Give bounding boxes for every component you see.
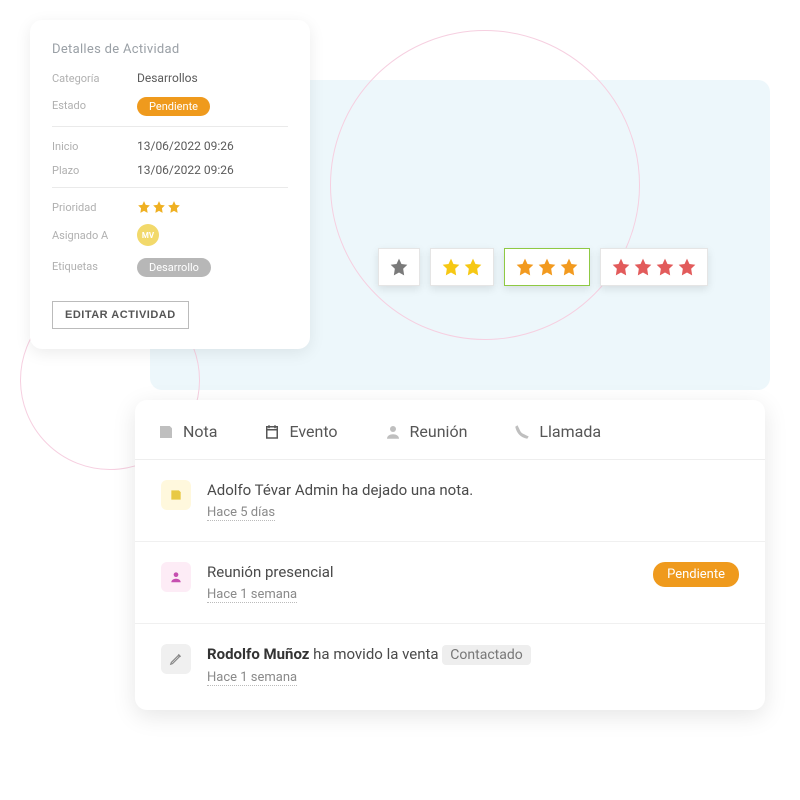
feed-item: Rodolfo Muñoz ha movido la venta Contact…	[135, 624, 765, 706]
user-icon	[384, 423, 402, 441]
star-icon	[633, 257, 653, 277]
activity-feed-card: Nota Evento Reunión Llamada Adolfo Tévar…	[135, 400, 765, 710]
value-inicio: 13/06/2022 09:26	[137, 139, 234, 153]
meeting-icon	[161, 562, 191, 592]
star-icon	[137, 200, 151, 214]
value-categoria: Desarrollos	[137, 71, 198, 85]
label-categoria: Categoría	[52, 72, 137, 85]
feed-text: Reunión presencial	[207, 562, 637, 583]
tab-label: Nota	[183, 422, 217, 441]
priority-option-2[interactable]	[430, 248, 494, 286]
pencil-icon	[161, 644, 191, 674]
feed-time: Hace 1 semana	[207, 670, 297, 686]
value-plazo: 13/06/2022 09:26	[137, 163, 234, 177]
tab-nota[interactable]: Nota	[157, 422, 217, 441]
feed-item: Adolfo Tévar Admin ha dejado una nota. H…	[135, 460, 765, 542]
feed-item: Reunión presencial Hace 1 semana Pendien…	[135, 542, 765, 624]
star-icon	[677, 257, 697, 277]
star-icon	[167, 200, 181, 214]
calendar-icon	[263, 423, 281, 441]
star-icon	[655, 257, 675, 277]
tab-evento[interactable]: Evento	[263, 422, 337, 441]
label-asignado: Asignado A	[52, 229, 137, 242]
tab-label: Evento	[289, 422, 337, 441]
feed-text: Rodolfo Muñoz ha movido la venta Contact…	[207, 644, 739, 666]
tab-label: Reunión	[410, 422, 468, 441]
label-plazo: Plazo	[52, 164, 137, 177]
tab-reunion[interactable]: Reunión	[384, 422, 468, 441]
feed-time: Hace 5 días	[207, 505, 275, 521]
note-icon	[157, 423, 175, 441]
details-title: Detalles de Actividad	[52, 42, 288, 57]
label-prioridad: Prioridad	[52, 201, 137, 214]
stage-tag: Contactado	[442, 645, 530, 665]
feed-text: Adolfo Tévar Admin ha dejado una nota.	[207, 480, 739, 501]
star-icon	[515, 257, 535, 277]
star-icon	[441, 257, 461, 277]
status-badge: Pendiente	[653, 562, 739, 587]
tab-label: Llamada	[539, 422, 601, 441]
star-icon	[389, 257, 409, 277]
feed-time: Hace 1 semana	[207, 587, 297, 603]
priority-option-4[interactable]	[600, 248, 708, 286]
avatar: MV	[137, 224, 159, 246]
activity-details-card: Detalles de Actividad Categoría Desarrol…	[30, 20, 310, 349]
star-icon	[152, 200, 166, 214]
feed-rest: ha movido la venta	[309, 645, 442, 663]
priority-picker	[378, 248, 708, 286]
tag-chip: Desarrollo	[137, 258, 211, 277]
label-estado: Estado	[52, 99, 137, 112]
star-icon	[559, 257, 579, 277]
phone-icon	[513, 423, 531, 441]
label-etiquetas: Etiquetas	[52, 260, 137, 273]
tab-llamada[interactable]: Llamada	[513, 422, 601, 441]
note-icon	[161, 480, 191, 510]
priority-stars	[137, 200, 181, 214]
divider	[52, 187, 288, 188]
star-icon	[463, 257, 483, 277]
feed-actor: Rodolfo Muñoz	[207, 645, 309, 663]
decor-circle-large	[330, 30, 640, 340]
feed-tabs: Nota Evento Reunión Llamada	[135, 400, 765, 460]
star-icon	[537, 257, 557, 277]
edit-activity-button[interactable]: EDITAR ACTIVIDAD	[52, 301, 189, 329]
label-inicio: Inicio	[52, 140, 137, 153]
status-badge: Pendiente	[137, 97, 210, 116]
star-icon	[611, 257, 631, 277]
divider	[52, 126, 288, 127]
priority-option-1[interactable]	[378, 248, 420, 286]
priority-option-3[interactable]	[504, 248, 590, 286]
